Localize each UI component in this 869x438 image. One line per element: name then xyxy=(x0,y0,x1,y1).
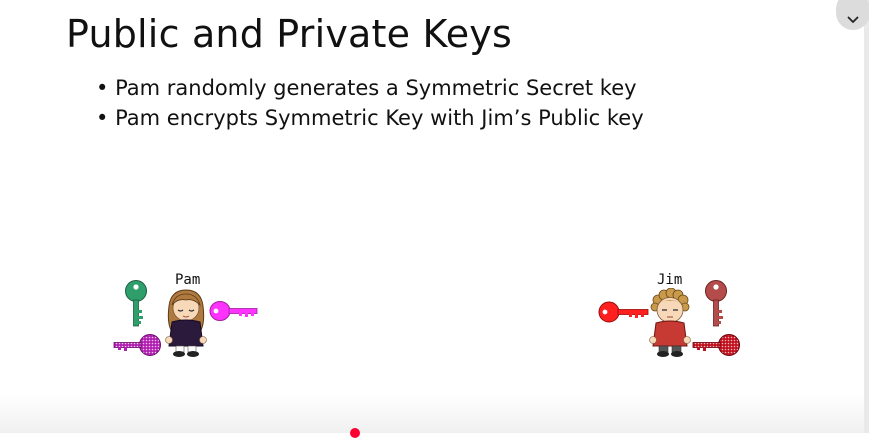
dark-red-key-icon xyxy=(705,280,727,327)
progress-scrubber-handle[interactable] xyxy=(350,428,360,438)
pam-avatar xyxy=(165,289,207,357)
chevron-down-icon xyxy=(847,16,859,23)
jim-name-label: Jim xyxy=(657,272,683,288)
crimson-key-icon xyxy=(692,334,740,356)
slide: Public and Private Keys Pam randomly gen… xyxy=(0,0,864,438)
bullet-list: Pam randomly generates a Symmetric Secre… xyxy=(96,73,644,133)
purple-key-icon xyxy=(113,334,161,356)
player-bottom-gradient xyxy=(0,393,864,433)
red-key-icon xyxy=(598,301,649,323)
pam-name-label: Pam xyxy=(175,272,201,288)
jim-avatar xyxy=(649,288,691,357)
collapse-button[interactable] xyxy=(836,0,869,30)
green-key-icon xyxy=(125,280,147,327)
bullet-item: Pam encrypts Symmetric Key with Jim’s Pu… xyxy=(96,103,644,133)
magenta-key-icon xyxy=(209,301,258,321)
slide-title: Public and Private Keys xyxy=(66,12,512,56)
scrollbar[interactable] xyxy=(864,0,869,433)
bullet-item: Pam randomly generates a Symmetric Secre… xyxy=(96,73,644,103)
